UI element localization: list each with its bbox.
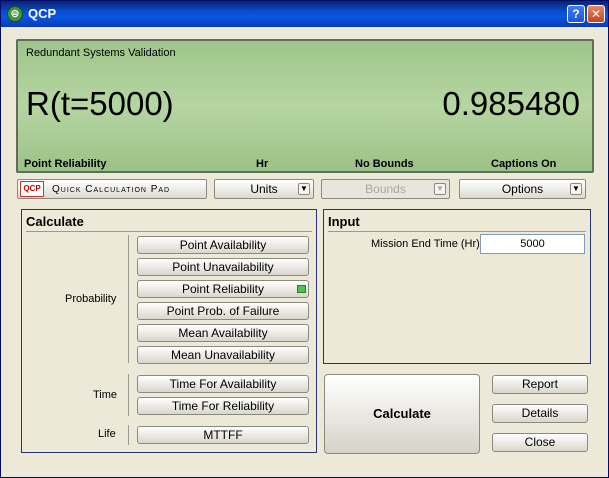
display-title: Redundant Systems Validation	[26, 47, 176, 59]
point-availability-button[interactable]: Point Availability	[137, 236, 309, 254]
title-bar[interactable]: ⊜ QCP ? ✕	[1, 1, 608, 27]
button-label: MTTFF	[203, 428, 243, 442]
mission-end-time-input[interactable]: 5000	[480, 234, 585, 254]
button-label: Mean Unavailability	[170, 348, 276, 362]
point-prob-failure-button[interactable]: Point Prob. of Failure	[137, 302, 309, 320]
point-unavailability-button[interactable]: Point Unavailability	[137, 258, 309, 276]
calculate-button[interactable]: Calculate	[324, 374, 480, 454]
app-icon: ⊜	[7, 6, 23, 22]
close-button[interactable]: Close	[492, 433, 588, 452]
calculate-title: Calculate	[26, 214, 84, 229]
probability-group-line	[128, 235, 129, 363]
question-icon: ?	[572, 7, 580, 21]
chevron-down-icon: ▼	[298, 183, 310, 195]
life-group-line	[128, 425, 129, 445]
button-label: Time For Reliability	[171, 399, 275, 413]
probability-group-label: Probability	[65, 293, 117, 305]
mttff-button[interactable]: MTTFF	[137, 426, 309, 444]
quick-calculation-pad-button[interactable]: QCP Quick Calculation Pad	[17, 179, 207, 199]
mean-availability-button[interactable]: Mean Availability	[137, 324, 309, 342]
life-group-label: Life	[98, 428, 116, 440]
window-title: QCP	[28, 6, 57, 21]
qcp-logo-icon: QCP	[20, 181, 44, 197]
caption-captions: Captions On	[491, 158, 557, 170]
input-panel: Input	[323, 209, 591, 364]
close-icon: ✕	[590, 7, 602, 21]
time-for-reliability-button[interactable]: Time For Reliability	[137, 397, 309, 415]
input-title: Input	[328, 214, 360, 229]
qcp-label: Quick Calculation Pad	[52, 184, 171, 195]
time-group-line	[128, 374, 129, 416]
display-expression: R(t=5000)	[26, 85, 174, 122]
button-label: Point Reliability	[181, 282, 265, 296]
point-reliability-button[interactable]: Point Reliability	[137, 280, 309, 298]
bounds-dropdown: Bounds ▼	[321, 179, 450, 199]
caption-metric: Point Reliability	[24, 158, 107, 170]
calculate-divider	[26, 231, 312, 232]
button-label: Time For Availability	[169, 377, 277, 391]
button-label: Point Unavailability	[172, 260, 274, 274]
button-label: Point Availability	[179, 238, 267, 252]
chevron-down-icon: ▼	[570, 183, 582, 195]
caption-units: Hr	[256, 158, 269, 170]
input-divider	[328, 231, 586, 232]
mean-unavailability-button[interactable]: Mean Unavailability	[137, 346, 309, 364]
options-dropdown[interactable]: Options ▼	[459, 179, 586, 199]
window-close-button[interactable]: ✕	[587, 5, 605, 23]
help-button[interactable]: ?	[567, 5, 585, 23]
selected-indicator-icon	[297, 285, 306, 293]
report-button[interactable]: Report	[492, 375, 588, 394]
mission-end-time-label: Mission End Time (Hr)	[371, 238, 480, 250]
bounds-label: Bounds	[365, 182, 406, 196]
time-for-availability-button[interactable]: Time For Availability	[137, 375, 309, 393]
result-display: Redundant Systems Validation R(t=5000) 0…	[16, 39, 594, 173]
options-label: Options	[501, 182, 544, 196]
button-label: Point Prob. of Failure	[166, 304, 280, 318]
button-label: Mean Availability	[178, 326, 268, 340]
caption-bounds: No Bounds	[355, 158, 414, 170]
qcp-window: ⊜ QCP ? ✕ Redundant Systems Validation R…	[0, 0, 609, 478]
units-dropdown[interactable]: Units ▼	[214, 179, 314, 199]
display-value: 0.985480	[442, 85, 580, 122]
chevron-down-icon: ▼	[434, 183, 446, 195]
units-label: Units	[250, 182, 278, 196]
time-group-label: Time	[93, 389, 118, 401]
details-button[interactable]: Details	[492, 404, 588, 423]
